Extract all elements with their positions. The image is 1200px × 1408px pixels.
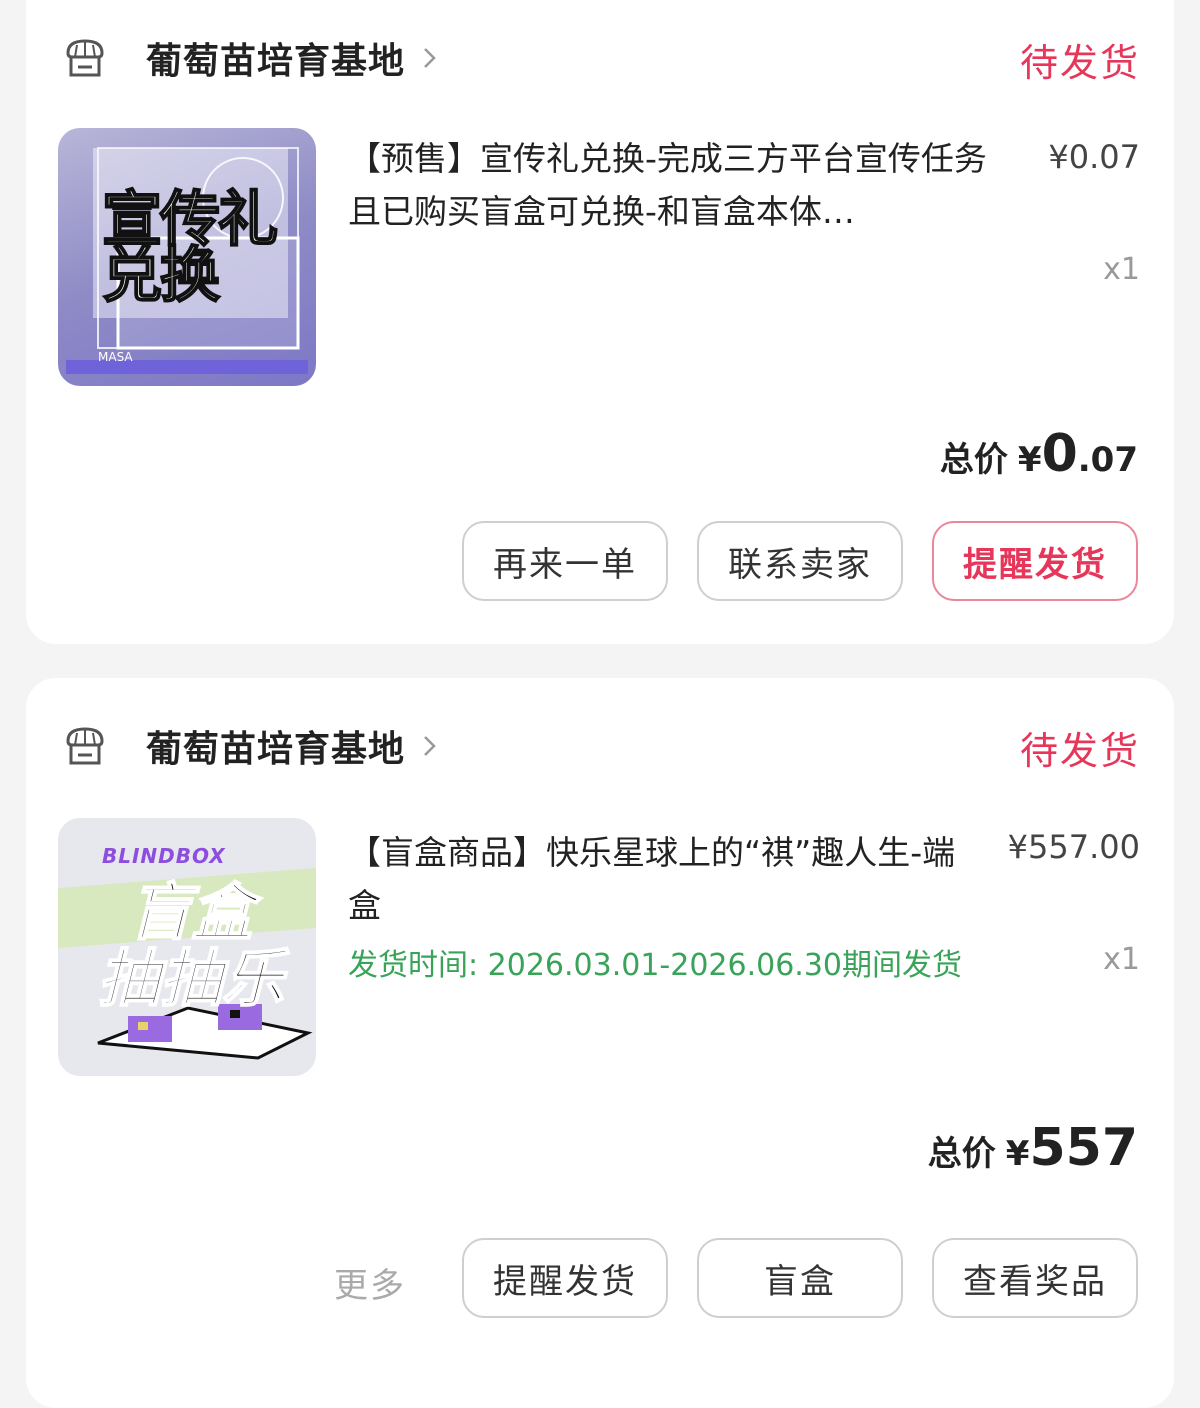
total-integer: 0 [1041,424,1078,484]
total-currency: ¥ [1005,1134,1030,1174]
total-integer: 557 [1029,1118,1138,1178]
remind-shipping-button[interactable]: 提醒发货 [932,521,1138,601]
quantity: x1 [1103,942,1140,977]
order-status: 待发货 [1019,41,1140,85]
thumbnail-brand: BLINDBOX [102,844,226,868]
shop-name: 葡萄苗培育基地 [146,729,406,770]
total-label: 总价 [927,1134,996,1174]
reorder-button[interactable]: 再来一单 [462,521,668,601]
quantity: x1 [1103,252,1140,287]
thumbnail-text-line: 宣传礼 [101,185,279,255]
total-decimal: .07 [1077,440,1138,480]
more-button[interactable]: 更多 [334,1258,406,1307]
thumbnail-text-line: 抽抽乐 [97,942,285,1015]
order-status: 待发货 [1019,729,1140,773]
contact-seller-button[interactable]: 联系卖家 [697,521,903,601]
shop-header[interactable]: 葡萄苗培育基地 [60,28,441,88]
order-card[interactable]: 葡萄苗培育基地 待发货 宣传礼 兑换 MASA 【预售】宣传礼兑换-完成三方平台… [26,0,1174,644]
shop-header[interactable]: 葡萄苗培育基地 [60,716,441,776]
thumbnail-text-line: 盲盒 [128,876,254,949]
product-thumbnail[interactable]: 宣传礼 兑换 MASA [58,128,316,386]
order-card[interactable]: 葡萄苗培育基地 待发货 BLINDBOX 盲盒 抽抽乐 【盲盒商品】快乐星球上的… [26,678,1174,1408]
product-thumbnail[interactable]: BLINDBOX 盲盒 抽抽乐 [58,818,316,1076]
shop-name: 葡萄苗培育基地 [146,41,406,82]
chevron-right-icon [424,736,436,756]
thumbnail-text-line: 兑换 [101,241,221,311]
product-title[interactable]: 【盲盒商品】快乐星球上的“祺”趣人生-端盒 [348,826,988,932]
unit-price: ¥0.07 [1048,138,1140,176]
order-total: 总价 ¥ 0 .07 [940,424,1138,484]
remind-shipping-button[interactable]: 提醒发货 [462,1238,668,1318]
total-label: 总价 [939,440,1008,480]
view-prizes-button[interactable]: 查看奖品 [932,1238,1138,1318]
total-currency: ¥ [1017,440,1042,480]
shop-icon [66,39,104,77]
shipping-time: 发货时间: 2026.03.01-2026.06.30期间发货 [348,948,963,983]
order-total: 总价 ¥ 557 [928,1118,1138,1178]
blind-box-button[interactable]: 盲盒 [697,1238,903,1318]
unit-price: ¥557.00 [1007,828,1140,866]
thumbnail-logo: MASA [98,350,133,364]
product-title[interactable]: 【预售】宣传礼兑换-完成三方平台宣传任务且已购买盲盒可兑换-和盲盒本体… [348,132,988,238]
shop-icon [66,727,104,765]
chevron-right-icon [424,48,436,68]
